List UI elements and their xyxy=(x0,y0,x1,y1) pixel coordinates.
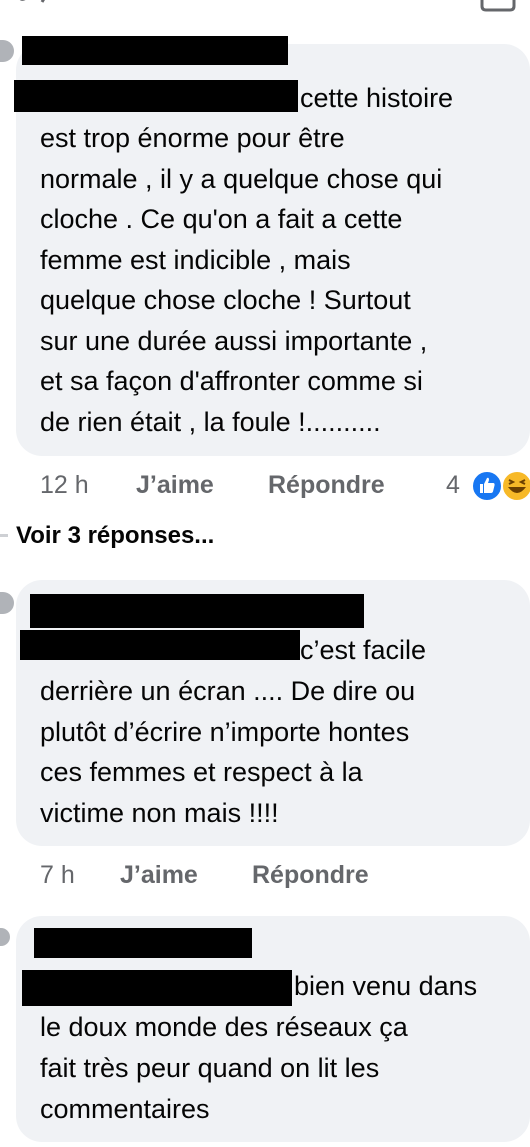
top-bar xyxy=(0,0,530,14)
reply-button[interactable]: Répondre xyxy=(268,471,385,500)
comment-text-line: et sa façon d'affronter comme si xyxy=(40,366,423,396)
author-name[interactable] xyxy=(30,594,364,628)
mention-tag[interactable] xyxy=(22,970,292,1006)
comment-text-line: normale , il y a quelque chose qui xyxy=(40,164,443,194)
author-name[interactable] xyxy=(22,36,288,65)
comment-text-line: quelque chose cloche ! Surtout xyxy=(40,285,411,315)
reaction-count[interactable]: 4 xyxy=(446,471,460,500)
comment-text-line: ces femmes et respect à la xyxy=(40,757,363,787)
avatar[interactable] xyxy=(0,592,14,614)
back-chevron-icon[interactable] xyxy=(14,0,48,10)
comment-text-line: fait très peur quand on lit les xyxy=(40,1053,380,1083)
comment-text-line: c’est facile xyxy=(300,635,427,665)
haha-reaction-icon xyxy=(501,470,530,502)
avatar[interactable] xyxy=(0,928,10,946)
avatar[interactable] xyxy=(0,40,14,62)
comment-text-line: est trop énorme pour être xyxy=(40,123,345,153)
mention-tag[interactable] xyxy=(14,80,298,112)
mention-tag[interactable] xyxy=(20,630,300,660)
comment-text-line: commentaires xyxy=(40,1094,210,1124)
comment-text-line: derrière un écran .... De dire ou xyxy=(40,676,416,706)
comment-text-line: victime non mais !!!! xyxy=(40,798,279,828)
comment-text-line: de rien était , la foule !.......... xyxy=(40,407,381,437)
comment-text-line: plutôt d’écrire n’importe hontes xyxy=(40,717,410,747)
like-button[interactable]: J’aime xyxy=(136,471,214,500)
reply-connector xyxy=(0,534,8,537)
comment-text-line: sur une durée aussi importante , xyxy=(40,326,428,356)
comment-text-line: cloche . Ce qu'on a fait a cette xyxy=(40,204,403,234)
reply-button[interactable]: Répondre xyxy=(252,861,369,890)
comment-text-line: le doux monde des réseaux ça xyxy=(40,1012,408,1042)
like-reaction-icon xyxy=(471,470,503,502)
comment-box-icon[interactable] xyxy=(478,0,518,14)
view-replies-label[interactable]: Voir 3 réponses... xyxy=(16,522,214,550)
timestamp: 7 h xyxy=(40,861,75,889)
like-button[interactable]: J’aime xyxy=(120,861,198,890)
comment-text-line: cette histoire xyxy=(300,83,454,113)
author-name[interactable] xyxy=(34,928,252,958)
timestamp: 12 h xyxy=(40,471,89,499)
comment-text-line: bien venu dans xyxy=(294,971,478,1001)
comment-text-line: femme est indicible , mais xyxy=(40,245,351,275)
